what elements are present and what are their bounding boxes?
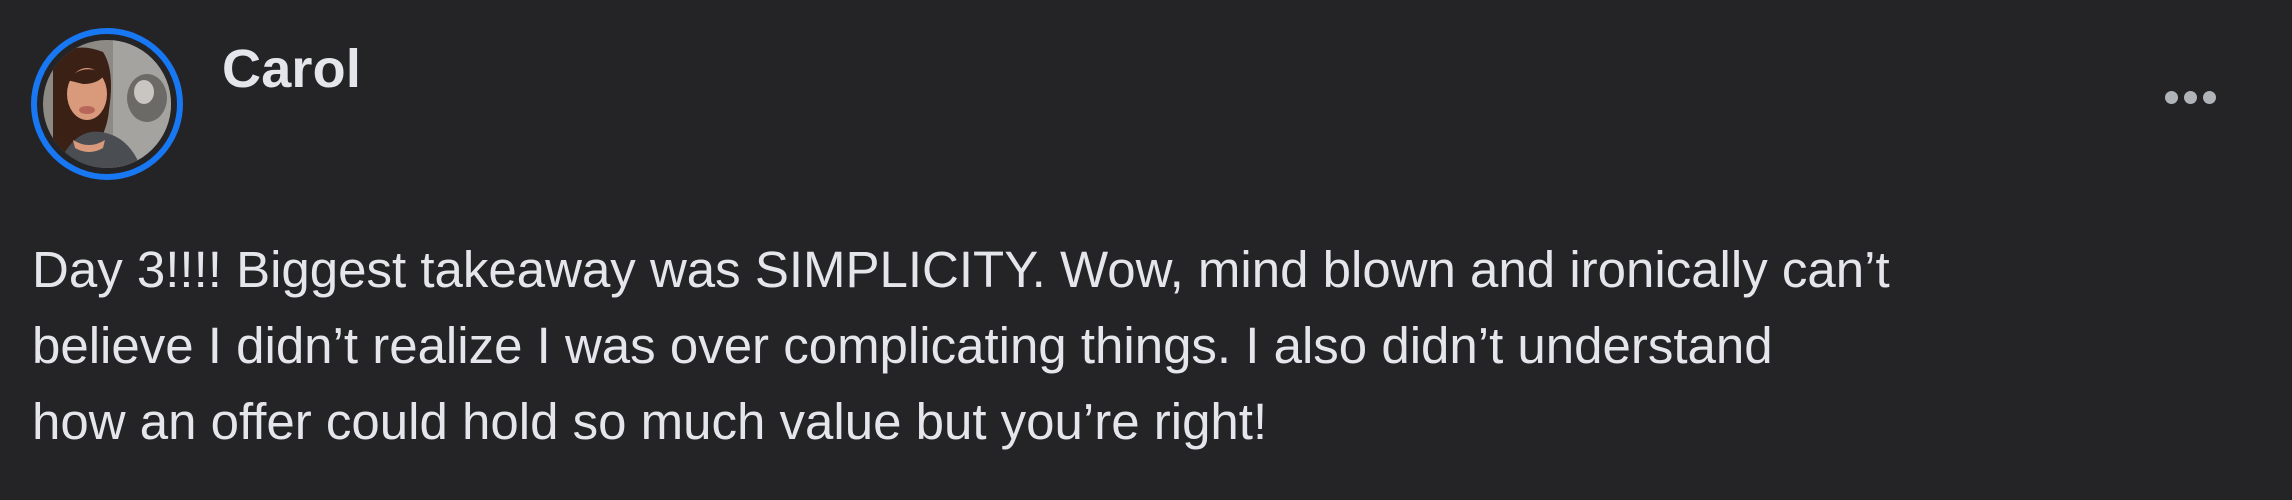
author-name[interactable]: Carol <box>222 38 361 100</box>
post-text-line: Day 3!!!! Biggest takeaway was SIMPLICIT… <box>32 241 1890 298</box>
post-text-line: how an offer could hold so much value bu… <box>32 393 1268 450</box>
post-text: Day 3!!!! Biggest takeaway was SIMPLICIT… <box>32 232 2262 460</box>
more-options-button[interactable] <box>2148 70 2232 130</box>
avatar-button[interactable] <box>31 28 183 180</box>
avatar <box>43 40 171 168</box>
post-text-line: believe I didn’t realize I was over comp… <box>32 317 1773 374</box>
profile-photo-icon <box>43 40 171 168</box>
more-options-icon <box>2162 91 2219 109</box>
post-card: Carol Day 3!!!! Biggest takeaway was SIM… <box>0 0 2292 500</box>
